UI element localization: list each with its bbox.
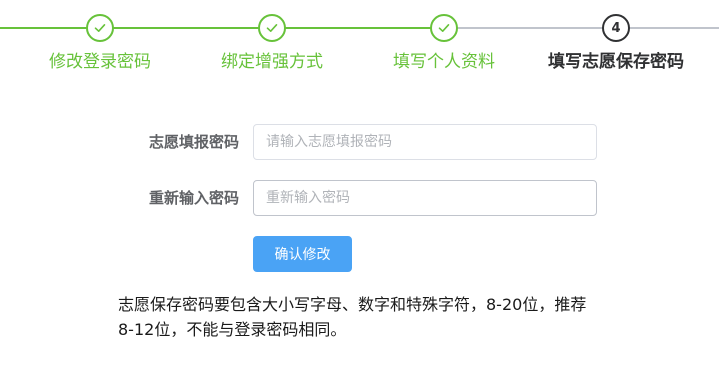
password-label: 志愿填报密码 (148, 133, 239, 151)
confirm-password-input[interactable] (253, 180, 597, 216)
step-1: 修改登录密码 (15, 14, 185, 73)
check-icon (266, 24, 278, 32)
step-4-number: 4 (611, 20, 621, 36)
password-setup-page: 修改登录密码 绑定增强方式 填写个人资料 4 填写志愿保存密码 志愿填报密码 重… (0, 0, 719, 376)
step-3: 填写个人资料 (359, 14, 529, 73)
confirm-change-button[interactable]: 确认修改 (253, 236, 352, 272)
step-3-title: 填写个人资料 (393, 52, 495, 72)
password-input[interactable] (253, 124, 597, 160)
confirm-password-row: 重新输入密码 (0, 180, 719, 216)
step-4-title: 填写志愿保存密码 (548, 52, 684, 72)
check-icon (438, 24, 450, 32)
step-4: 4 填写志愿保存密码 (531, 14, 701, 73)
step-3-circle (430, 14, 458, 42)
check-icon (94, 24, 106, 32)
password-hint-text: 志愿保存密码要包含大小写字母、数字和特殊字符，8-20位，推荐8-12位，不能与… (118, 295, 587, 339)
step-2-title: 绑定增强方式 (221, 52, 323, 72)
confirm-password-label: 重新输入密码 (148, 189, 239, 207)
step-4-circle: 4 (602, 14, 630, 42)
password-row: 志愿填报密码 (0, 124, 719, 160)
step-2-circle (258, 14, 286, 42)
step-1-circle (86, 14, 114, 42)
step-progress-bar: 修改登录密码 绑定增强方式 填写个人资料 4 填写志愿保存密码 (0, 0, 719, 90)
step-2: 绑定增强方式 (187, 14, 357, 73)
step-1-title: 修改登录密码 (49, 52, 151, 72)
